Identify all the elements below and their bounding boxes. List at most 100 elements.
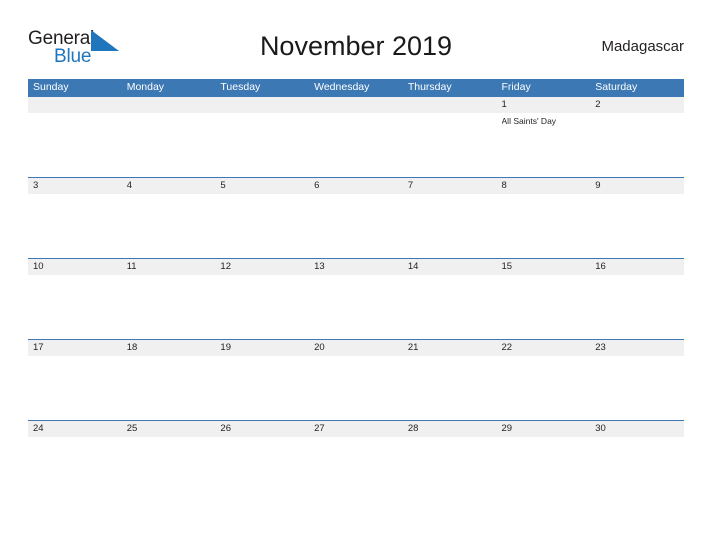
day-cell[interactable]: 3 xyxy=(28,178,122,194)
event-cell[interactable] xyxy=(28,194,122,258)
country-label: Madagascar xyxy=(601,38,684,55)
day-cell[interactable] xyxy=(215,97,309,113)
event-cell[interactable] xyxy=(309,194,403,258)
week-event-band: All Saints' Day xyxy=(28,113,684,177)
event-cell[interactable] xyxy=(590,194,684,258)
week-row: 24 25 26 27 28 29 30 xyxy=(28,420,684,501)
day-cell[interactable]: 29 xyxy=(497,421,591,437)
day-cell[interactable]: 22 xyxy=(497,340,591,356)
event-cell[interactable] xyxy=(403,113,497,177)
event-cell[interactable] xyxy=(590,437,684,501)
day-cell[interactable]: 10 xyxy=(28,259,122,275)
event-cell[interactable] xyxy=(497,437,591,501)
day-number: 21 xyxy=(407,342,419,353)
day-number: 28 xyxy=(407,423,419,434)
day-number: 1 xyxy=(501,99,507,110)
event-cell[interactable] xyxy=(28,437,122,501)
week-event-band xyxy=(28,437,684,501)
day-cell[interactable]: 5 xyxy=(215,178,309,194)
day-cell[interactable]: 7 xyxy=(403,178,497,194)
week-row: 3 4 5 6 7 8 9 xyxy=(28,177,684,258)
day-cell[interactable]: 18 xyxy=(122,340,216,356)
event-cell[interactable] xyxy=(215,356,309,420)
event-cell[interactable] xyxy=(122,356,216,420)
event-cell[interactable] xyxy=(590,275,684,339)
weekday-header-saturday: Saturday xyxy=(595,81,638,93)
day-cell[interactable]: 25 xyxy=(122,421,216,437)
day-cell[interactable]: 4 xyxy=(122,178,216,194)
day-cell[interactable] xyxy=(403,97,497,113)
event-cell[interactable] xyxy=(309,437,403,501)
event-cell[interactable] xyxy=(28,275,122,339)
day-cell[interactable] xyxy=(122,97,216,113)
event-cell[interactable] xyxy=(590,113,684,177)
day-cell[interactable]: 14 xyxy=(403,259,497,275)
event-cell[interactable] xyxy=(28,113,122,177)
event-cell[interactable]: All Saints' Day xyxy=(497,113,591,177)
day-number: 20 xyxy=(314,342,325,353)
day-number: 4 xyxy=(126,180,132,191)
day-cell[interactable]: 26 xyxy=(215,421,309,437)
day-cell[interactable]: 9 xyxy=(590,178,684,194)
day-number: 24 xyxy=(33,423,44,434)
day-cell[interactable]: 13 xyxy=(309,259,403,275)
event-cell[interactable] xyxy=(122,275,216,339)
day-cell[interactable]: 11 xyxy=(122,259,216,275)
day-cell[interactable]: 19 xyxy=(215,340,309,356)
event-cell[interactable] xyxy=(309,356,403,420)
day-number: 11 xyxy=(126,261,137,272)
event-cell[interactable] xyxy=(403,356,497,420)
day-cell[interactable]: 20 xyxy=(309,340,403,356)
week-row: 1 2 All Saints' Day xyxy=(28,96,684,177)
day-number: 29 xyxy=(501,423,513,434)
event-cell[interactable] xyxy=(122,194,216,258)
day-number: 2 xyxy=(595,99,601,110)
event-cell[interactable] xyxy=(215,437,309,501)
day-number: 19 xyxy=(220,342,231,353)
day-cell[interactable]: 16 xyxy=(590,259,684,275)
event-cell[interactable] xyxy=(403,275,497,339)
event-cell[interactable] xyxy=(309,113,403,177)
day-cell[interactable] xyxy=(309,97,403,113)
day-cell[interactable]: 28 xyxy=(403,421,497,437)
day-cell[interactable]: 17 xyxy=(28,340,122,356)
week-event-band xyxy=(28,194,684,258)
day-cell[interactable]: 1 xyxy=(497,97,591,113)
event-cell[interactable] xyxy=(497,275,591,339)
event-cell[interactable] xyxy=(215,113,309,177)
event-cell[interactable] xyxy=(122,113,216,177)
day-cell[interactable]: 24 xyxy=(28,421,122,437)
holiday-text: All Saints' Day xyxy=(501,116,557,126)
weekday-header-row: Sunday Monday Tuesday Wednesday Thursday… xyxy=(28,79,684,96)
event-cell[interactable] xyxy=(497,356,591,420)
event-cell[interactable] xyxy=(403,194,497,258)
day-cell[interactable]: 30 xyxy=(590,421,684,437)
event-cell[interactable] xyxy=(497,194,591,258)
page-header: General Blue November 2019 Madagascar xyxy=(0,0,712,79)
event-cell[interactable] xyxy=(122,437,216,501)
day-cell[interactable]: 27 xyxy=(309,421,403,437)
weekday-header-tuesday: Tuesday xyxy=(220,81,261,93)
event-cell[interactable] xyxy=(590,356,684,420)
event-cell[interactable] xyxy=(403,437,497,501)
day-cell[interactable]: 21 xyxy=(403,340,497,356)
day-cell[interactable]: 6 xyxy=(309,178,403,194)
week-date-band: 24 25 26 27 28 29 30 xyxy=(28,421,684,437)
day-cell[interactable] xyxy=(28,97,122,113)
day-cell[interactable]: 2 xyxy=(590,97,684,113)
event-cell[interactable] xyxy=(28,356,122,420)
day-number: 16 xyxy=(595,261,606,272)
day-number: 8 xyxy=(501,180,507,191)
day-number: 5 xyxy=(220,180,226,191)
event-cell[interactable] xyxy=(309,275,403,339)
week-event-band xyxy=(28,275,684,339)
day-cell[interactable]: 23 xyxy=(590,340,684,356)
day-cell[interactable]: 15 xyxy=(497,259,591,275)
event-cell[interactable] xyxy=(215,275,309,339)
week-date-band: 10 11 12 13 14 15 16 xyxy=(28,259,684,275)
day-number: 30 xyxy=(595,423,606,434)
day-number: 6 xyxy=(314,180,320,191)
day-cell[interactable]: 12 xyxy=(215,259,309,275)
day-cell[interactable]: 8 xyxy=(497,178,591,194)
event-cell[interactable] xyxy=(215,194,309,258)
